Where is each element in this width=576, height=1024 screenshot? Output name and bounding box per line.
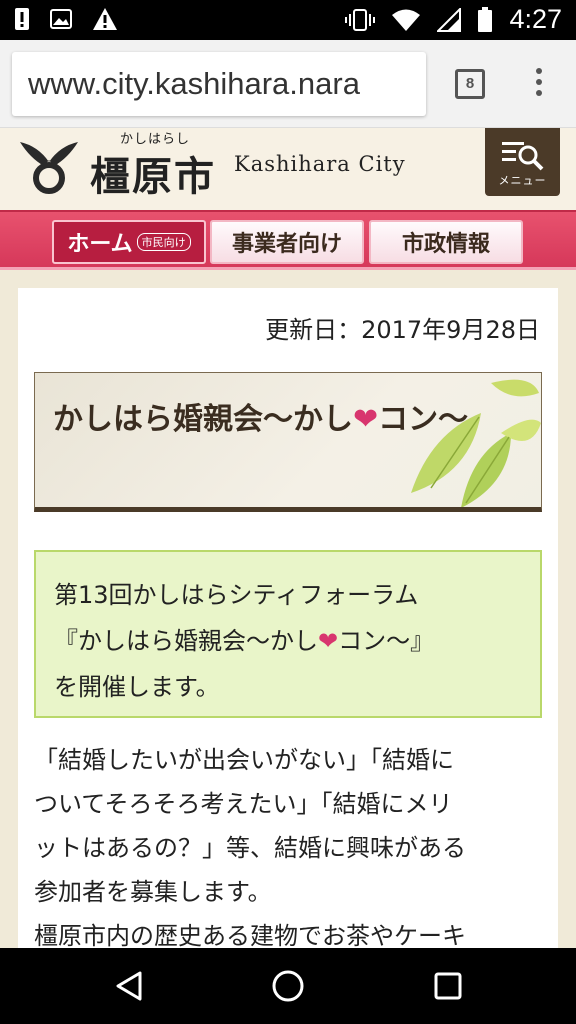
signal-icon bbox=[437, 7, 462, 32]
tab-business[interactable]: 事業者向け bbox=[210, 220, 364, 264]
clock: 4:27 bbox=[509, 4, 562, 34]
battery-icon bbox=[478, 6, 493, 32]
tab-home-sub-label: 市民向け bbox=[136, 233, 191, 251]
alert-exclamation-icon bbox=[15, 8, 29, 30]
menu-button[interactable]: メニュー bbox=[485, 128, 560, 196]
url-text[interactable]: www.city.kashihara.nara bbox=[28, 66, 360, 102]
recents-icon[interactable] bbox=[433, 971, 463, 1001]
logo-name[interactable]: 橿原市 bbox=[90, 144, 216, 202]
info-line-3: を開催します。 bbox=[54, 673, 220, 701]
tab-switcher-button[interactable]: 8 bbox=[455, 69, 485, 99]
vibrate-icon bbox=[345, 8, 376, 31]
info-text: 第13回かしはらシティフォーラム 『かしはら婚親会〜かし❤コン〜』 を開催します… bbox=[54, 572, 524, 710]
tab-business-label: 事業者向け bbox=[231, 231, 342, 257]
overflow-menu-icon[interactable] bbox=[530, 68, 548, 102]
body-line: ットはあるの？」等、結婚に興味がある bbox=[34, 834, 466, 862]
tab-home-label: ホーム bbox=[67, 231, 133, 257]
info-line-1: 第13回かしはらシティフォーラム bbox=[54, 581, 419, 609]
browser-toolbar: www.city.kashihara.nara 8 bbox=[0, 40, 576, 128]
menu-search-icon bbox=[502, 142, 544, 171]
page-title-part2: コン〜 bbox=[378, 402, 469, 437]
page-title-part1: かしはら婚親会〜かし bbox=[53, 402, 353, 437]
tab-city-info-label: 市政情報 bbox=[401, 231, 490, 257]
url-bar[interactable]: www.city.kashihara.nara bbox=[12, 52, 426, 116]
body-line: 「結婚したいが出会いがない」「結婚に bbox=[34, 746, 454, 774]
menu-label: メニュー bbox=[498, 174, 547, 187]
body-line: 橿原市内の歴史ある建物でお茶やケーキ bbox=[34, 922, 466, 948]
logo-roman: Kashihara City bbox=[234, 152, 406, 176]
tab-home[interactable]: ホーム 市民向け bbox=[52, 220, 206, 264]
warning-icon bbox=[93, 8, 117, 30]
page-title: かしはら婚親会〜かし❤コン〜 bbox=[53, 395, 523, 445]
heart-icon: ❤ bbox=[353, 402, 379, 437]
wifi-icon bbox=[392, 9, 421, 31]
city-emblem-logo[interactable] bbox=[18, 136, 80, 196]
site-header: かしはらし 橿原市 Kashihara City メニュー bbox=[0, 128, 576, 210]
page-title-box: かしはら婚親会〜かし❤コン〜 bbox=[34, 372, 542, 512]
back-icon[interactable] bbox=[114, 970, 144, 1002]
status-bar: 4:27 bbox=[0, 0, 576, 40]
body-line: ついてそろそろ考えたい」「結婚にメリ bbox=[34, 790, 453, 818]
heart-icon: ❤ bbox=[318, 627, 339, 655]
tab-city-info[interactable]: 市政情報 bbox=[369, 220, 523, 264]
info-line-2a: 『かしはら婚親会〜かし bbox=[54, 627, 318, 655]
info-line-2: 『かしはら婚親会〜かし❤コン〜』 bbox=[54, 618, 524, 664]
home-icon[interactable] bbox=[271, 969, 305, 1003]
body-text: 「結婚したいが出会いがない」「結婚に ついてそろそろ考えたい」「結婚にメリ ット… bbox=[34, 738, 544, 948]
system-nav-bar bbox=[0, 948, 576, 1024]
main-nav: ホーム 市民向け 事業者向け 市政情報 bbox=[0, 210, 576, 270]
info-box: 第13回かしはらシティフォーラム 『かしはら婚親会〜かし❤コン〜』 を開催します… bbox=[34, 550, 542, 718]
info-line-2b: コン〜』 bbox=[338, 627, 435, 655]
image-icon bbox=[50, 9, 72, 29]
updated-date: 更新日：2017年9月28日 bbox=[265, 316, 540, 344]
body-line: 参加者を募集します。 bbox=[34, 878, 272, 906]
